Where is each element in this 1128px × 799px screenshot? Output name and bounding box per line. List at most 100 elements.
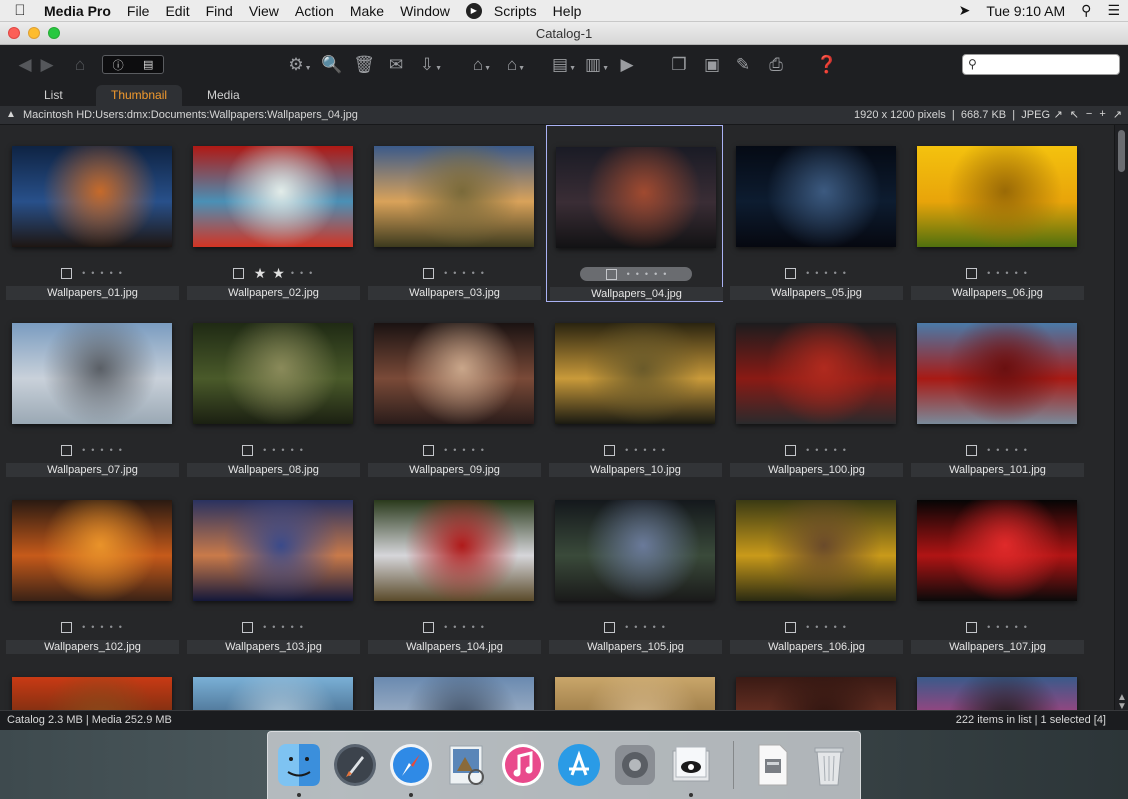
menu-window[interactable]: Window — [392, 3, 458, 19]
menu-help[interactable]: Help — [545, 3, 590, 19]
thumbnail-image[interactable] — [555, 500, 715, 601]
rating-star-icon[interactable]: • — [91, 445, 94, 455]
tab-thumbnail[interactable]: Thumbnail — [111, 88, 167, 102]
rating-star-icon[interactable]: • — [645, 269, 648, 279]
rating-star-icon[interactable]: • — [462, 622, 465, 632]
document-icon[interactable] — [748, 740, 798, 790]
rating-star-icon[interactable]: • — [654, 269, 657, 279]
media-pro-icon[interactable] — [666, 740, 716, 790]
rating-star-icon[interactable]: • — [806, 622, 809, 632]
thumbnail-image[interactable] — [193, 677, 353, 710]
thumbnail-image[interactable] — [917, 146, 1077, 247]
rating-star-icon[interactable]: • — [444, 268, 447, 278]
rating-star-icon[interactable]: • — [462, 445, 465, 455]
rating-star-icon[interactable]: • — [834, 445, 837, 455]
rating-star-icon[interactable]: • — [663, 269, 666, 279]
rating-star-icon[interactable]: • — [110, 268, 113, 278]
thumbnail-image[interactable] — [917, 323, 1077, 424]
thumbnail-image[interactable] — [374, 677, 534, 710]
rating-star-icon[interactable]: • — [1015, 445, 1018, 455]
rating-star-icon[interactable]: • — [82, 445, 85, 455]
thumbnail-image[interactable] — [12, 323, 172, 424]
rating-star-icon[interactable]: • — [815, 445, 818, 455]
safari-icon[interactable] — [386, 740, 436, 790]
label-checkbox[interactable] — [966, 621, 978, 633]
rating-star-icon[interactable]: • — [309, 268, 312, 278]
rating-star-icon[interactable]: • — [996, 445, 999, 455]
rating-star-icon[interactable]: • — [662, 622, 665, 632]
label-checkbox[interactable] — [423, 621, 435, 633]
printer-icon[interactable]: ⎙ — [764, 53, 788, 77]
thumbnail-image[interactable] — [193, 500, 353, 601]
launchpad-icon[interactable] — [330, 740, 380, 790]
cursor-status-icon[interactable]: ➤ — [951, 2, 979, 19]
rating-star-icon[interactable]: • — [119, 445, 122, 455]
window-icon[interactable]: ❐ — [667, 53, 691, 77]
rating-star-icon[interactable]: • — [834, 268, 837, 278]
rating-star-icon[interactable]: • — [291, 445, 294, 455]
zoom-in-icon[interactable]: + — [1099, 108, 1105, 121]
rating-star-icon[interactable]: • — [281, 445, 284, 455]
rating-star-icon[interactable]: • — [100, 445, 103, 455]
rating-star-icon[interactable]: • — [300, 268, 303, 278]
label-checkbox[interactable] — [785, 621, 797, 633]
rating-star-icon[interactable]: • — [634, 445, 637, 455]
menu-app-name[interactable]: Media Pro — [40, 3, 119, 19]
rating-star-icon[interactable]: • — [272, 622, 275, 632]
menu-find[interactable]: Find — [198, 3, 241, 19]
rating-star-icon[interactable]: • — [843, 268, 846, 278]
rating-star-icon[interactable]: • — [444, 445, 447, 455]
fullscreen-icon[interactable]: ↗ — [1113, 108, 1122, 121]
import-icon[interactable]: ⇩ ▼ — [417, 53, 445, 77]
thumbnail-image[interactable] — [555, 677, 715, 710]
app-store-icon[interactable] — [554, 740, 604, 790]
search-field[interactable]: ⚲ — [962, 54, 1120, 75]
menu-view[interactable]: View — [241, 3, 287, 19]
rating-star-icon[interactable]: • — [806, 445, 809, 455]
rating-star-icon[interactable]: • — [634, 622, 637, 632]
rating-star-icon[interactable]: • — [1024, 268, 1027, 278]
tab-media[interactable]: Media — [207, 88, 240, 102]
menu-clock[interactable]: Tue 9:10 AM — [978, 3, 1073, 19]
rating-star-icon[interactable]: • — [987, 445, 990, 455]
itunes-icon[interactable] — [498, 740, 548, 790]
minimize-window-button[interactable] — [28, 27, 40, 39]
rating-star-icon[interactable]: • — [843, 622, 846, 632]
rating-star-icon[interactable]: • — [82, 268, 85, 278]
thumbnail-cell[interactable] — [546, 656, 723, 710]
thumbnail-cell[interactable]: • • • • • Wallpapers_100.jpg — [727, 302, 904, 479]
trash-icon[interactable] — [804, 740, 854, 790]
rating-star-icon[interactable]: ★ — [272, 266, 285, 280]
thumbnail-image[interactable] — [556, 147, 716, 248]
menu-file[interactable]: File — [119, 3, 158, 19]
folder-home-icon[interactable]: ⌂ ▼ — [467, 53, 497, 77]
thumbnail-cell[interactable]: • • • • • Wallpapers_07.jpg — [3, 302, 180, 479]
rating-star-icon[interactable]: • — [472, 622, 475, 632]
system-preferences-icon[interactable] — [610, 740, 660, 790]
rating-star-icon[interactable]: • — [481, 445, 484, 455]
rating-star-icon[interactable]: • — [462, 268, 465, 278]
rating-star-icon[interactable]: • — [263, 622, 266, 632]
rating-star-icon[interactable]: • — [1005, 268, 1008, 278]
label-checkbox[interactable] — [966, 267, 978, 279]
rating-star-icon[interactable]: ★ — [254, 266, 267, 280]
rating-star-icon[interactable]: • — [1024, 622, 1027, 632]
thumbnail-cell[interactable]: • • • • • Wallpapers_105.jpg — [546, 479, 723, 656]
thumbnail-cell[interactable]: • • • • • Wallpapers_09.jpg — [365, 302, 542, 479]
rating-star-icon[interactable]: • — [110, 445, 113, 455]
back-arrow-icon[interactable]: ◀ — [16, 53, 34, 77]
rating-star-icon[interactable]: • — [291, 622, 294, 632]
play-icon[interactable]: ▶ — [617, 53, 637, 77]
thumbnail-cell[interactable]: • • • • • Wallpapers_05.jpg — [727, 125, 904, 302]
thumbnail-image[interactable] — [193, 323, 353, 424]
rating-star-icon[interactable]: • — [453, 445, 456, 455]
zoom-out-icon[interactable]: − — [1086, 108, 1092, 121]
rating-star-icon[interactable]: • — [300, 622, 303, 632]
rating-star-icon[interactable]: • — [815, 622, 818, 632]
thumbnail-image[interactable] — [917, 500, 1077, 601]
rating-star-icon[interactable]: • — [996, 622, 999, 632]
rating-star-icon[interactable]: • — [987, 268, 990, 278]
rating-star-icon[interactable]: • — [110, 622, 113, 632]
label-checkbox[interactable] — [605, 268, 617, 280]
label-checkbox[interactable] — [61, 621, 73, 633]
